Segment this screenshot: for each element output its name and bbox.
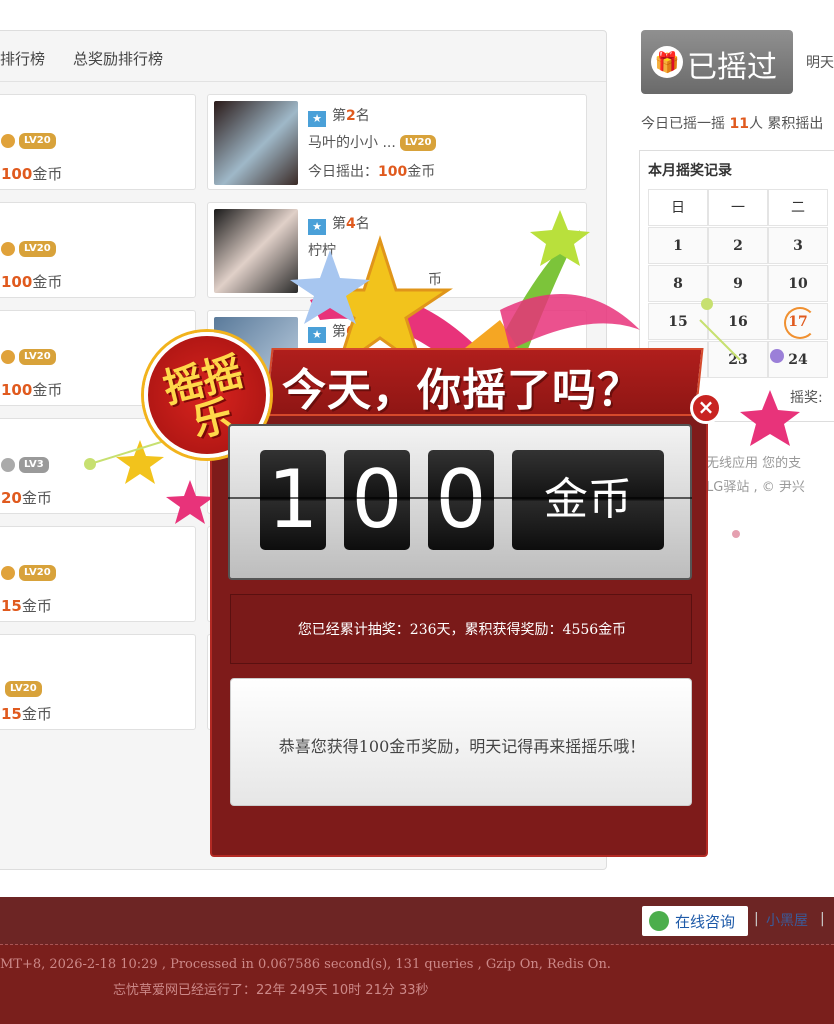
level-icon	[1, 458, 15, 472]
level-badge: LV20	[399, 135, 437, 151]
counter-digit: 0	[428, 450, 494, 550]
coins-value: 100	[1, 273, 33, 291]
modal-banner-title: 今天，你摇了吗？	[282, 365, 642, 416]
coins-value: 15	[1, 597, 22, 615]
tomorrow-text: 明天	[806, 55, 834, 71]
divider: |	[820, 911, 825, 927]
list-item[interactable]: ★ 第2名 马叶的小小 ... LV20 今日摇出：100金币	[207, 94, 587, 190]
site-uptime: 忘忧草爱网已经运行了：22年 249天 10时 21分 33秒	[113, 983, 429, 998]
level-badge: LV20	[1, 241, 56, 257]
coins-unit: 金币	[21, 489, 52, 507]
already-shaken-button[interactable]: 🎁 已摇过	[641, 30, 793, 94]
coin-counter: 1 0 0 金币	[228, 424, 692, 580]
lottery-summary: 您已经累计抽奖：236天，累积获得奖励：4556金币	[230, 594, 692, 664]
list-item[interactable]: LV20 15金币	[0, 634, 196, 730]
counter-split-line	[228, 497, 692, 499]
list-item[interactable]: LV20 100金币	[0, 94, 196, 190]
congrats-message: 恭喜您获得100金币奖励，明天记得再来摇摇乐哦！	[278, 737, 646, 756]
lottery-summary-text: 您已经累计抽奖：236天，累积获得奖励：4556金币	[297, 622, 627, 638]
coins-unit: 金币	[21, 705, 52, 723]
coins-unit: 金币	[21, 597, 52, 615]
level-icon	[1, 350, 15, 364]
coins-value: 100	[1, 165, 33, 183]
site-footer: 在线咨询 | 小黑屋 | MT+8, 2026-2-18 10:29 , Pro…	[0, 897, 834, 1024]
level-icon	[1, 242, 15, 256]
user-name[interactable]: 马叶的小小 ... LV20	[308, 132, 437, 152]
footer-link-blackroom[interactable]: 小黑屋	[766, 910, 808, 930]
coins-unit: 金币	[32, 165, 63, 183]
level-icon	[1, 134, 15, 148]
user-photo	[214, 101, 298, 185]
chat-icon	[649, 911, 669, 931]
rank-icon: ★	[308, 111, 326, 127]
tab-ranking[interactable]: 排行榜	[0, 48, 45, 69]
already-shaken-label: 已摇过	[687, 50, 777, 85]
online-consult-button[interactable]: 在线咨询	[642, 906, 748, 936]
small-pink-star-icon	[166, 480, 214, 524]
footer-toolbar: 在线咨询 | 小黑屋 |	[0, 897, 834, 945]
gift-icon: 🎁	[651, 46, 683, 78]
coins-unit: 金币	[32, 381, 63, 399]
close-icon[interactable]: ×	[690, 392, 722, 424]
online-consult-label: 在线咨询	[675, 913, 736, 931]
divider: |	[754, 911, 759, 927]
shake-stats: 今日已摇一摇 11人 累积摇出	[641, 116, 824, 132]
coins-value: 20	[1, 489, 22, 507]
tab-total-reward-ranking[interactable]: 总奖励排行榜	[73, 48, 163, 69]
level-badge: LV20	[1, 565, 56, 581]
counter-digit: 1	[260, 450, 326, 550]
rank-label: ★ 第2名	[308, 105, 370, 127]
ranking-tabs: 排行榜 总奖励排行榜	[0, 30, 606, 82]
coins-value: 100	[1, 381, 33, 399]
small-yellow-star-icon	[116, 440, 164, 484]
level-badge: LV3	[1, 457, 49, 473]
congrats-message-box: 恭喜您获得100金币奖励，明天记得再来摇摇乐哦！	[230, 678, 692, 806]
today-shaken: 今日摇出：100金币	[308, 164, 436, 180]
calendar-title: 本月摇奖记录	[648, 163, 732, 179]
level-badge: LV20	[1, 681, 42, 697]
level-badge: LV20	[1, 133, 56, 149]
counter-digit: 0	[344, 450, 410, 550]
server-info: MT+8, 2026-2-18 10:29 , Processed in 0.0…	[0, 957, 611, 972]
coins-value: 15	[1, 705, 22, 723]
pink-streak-2	[500, 294, 640, 350]
level-icon	[1, 566, 15, 580]
level-badge: LV20	[1, 349, 56, 365]
counter-unit: 金币	[512, 450, 664, 550]
pink-star-icon	[740, 390, 800, 446]
coins-unit: 金币	[32, 273, 63, 291]
